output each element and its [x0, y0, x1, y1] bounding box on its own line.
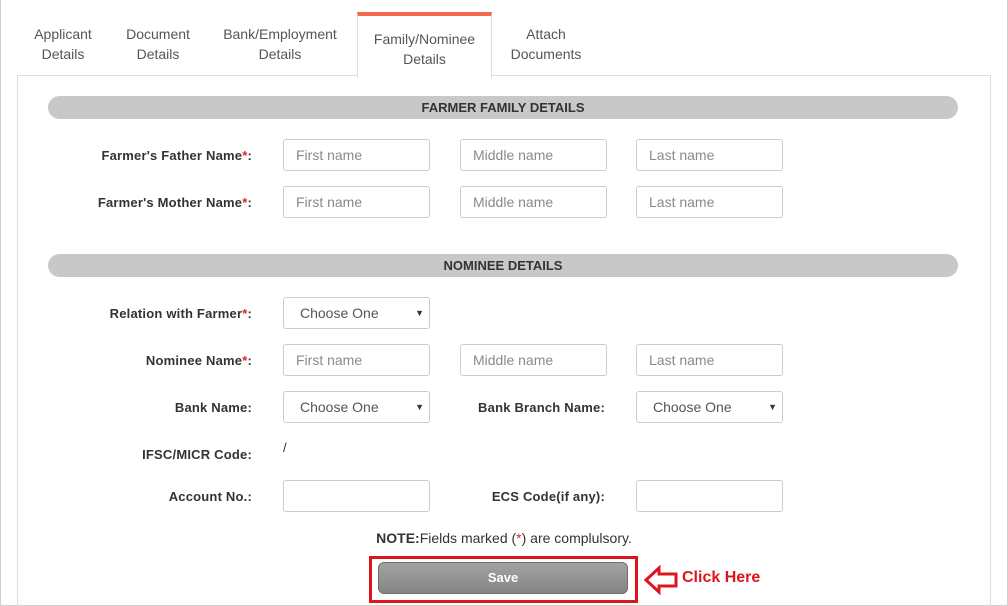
father-last-name-input[interactable] [636, 139, 783, 171]
father-name-label: Farmer's Father Name*: [0, 148, 252, 163]
note-text-before: Fields marked ( [419, 530, 517, 546]
compulsory-note: NOTE:Fields marked (*) are complulsory. [0, 530, 1008, 546]
mother-name-label-text: Farmer's Mother Name [97, 195, 243, 210]
note-text-after: ) are complulsory. [521, 530, 632, 546]
note-prefix: NOTE: [376, 530, 420, 546]
tab-label-line2: Documents [510, 46, 582, 62]
father-middle-name-input[interactable] [460, 139, 607, 171]
father-name-label-text: Farmer's Father Name [101, 148, 243, 163]
tab-label-line1: Bank/Employment [223, 26, 337, 42]
family-section-heading: FARMER FAMILY DETAILS [48, 96, 958, 119]
mother-last-name-input[interactable] [636, 186, 783, 218]
relation-label: Relation with Farmer*: [0, 306, 252, 321]
tab-family-nominee-details[interactable]: Family/Nominee Details [357, 12, 492, 78]
bank-name-label: Bank Name: [174, 400, 252, 415]
tab-applicant-details[interactable]: Applicant Details [17, 12, 109, 76]
father-first-name-input[interactable] [283, 139, 430, 171]
tab-label-line1: Attach [526, 26, 566, 42]
tab-label-line2: Details [403, 51, 446, 67]
chevron-down-icon: ▼ [768, 402, 777, 412]
tab-label-line2: Details [136, 46, 180, 62]
mother-first-name-input[interactable] [283, 186, 430, 218]
tab-bar: Applicant Details Document Details Bank/… [17, 0, 991, 78]
tab-attach-documents[interactable]: Attach Documents [500, 12, 592, 76]
label-colon: : [247, 353, 252, 368]
tab-label-line2: Details [258, 46, 302, 62]
relation-select-value: Choose One [300, 305, 379, 321]
account-no-label: Account No.: [168, 489, 252, 504]
ecs-code-input[interactable] [636, 480, 783, 512]
chevron-down-icon: ▼ [415, 308, 424, 318]
relation-label-text: Relation with Farmer [109, 306, 243, 321]
mother-name-label: Farmer's Mother Name*: [0, 195, 252, 210]
nominee-name-label-text: Nominee Name [145, 353, 243, 368]
tab-document-details[interactable]: Document Details [111, 12, 205, 76]
nominee-section-heading: NOMINEE DETAILS [48, 254, 958, 277]
bank-branch-select-value: Choose One [653, 399, 732, 415]
nominee-name-label: Nominee Name*: [0, 353, 252, 368]
tab-label-line2: Details [41, 46, 85, 62]
click-here-annotation: Click Here [682, 569, 761, 586]
label-colon: : [247, 306, 252, 321]
relation-select[interactable]: Choose One ▼ [283, 297, 430, 329]
save-button[interactable]: Save [378, 562, 628, 594]
tab-label-line1: Applicant [34, 26, 92, 42]
nominee-last-name-input[interactable] [636, 344, 783, 376]
tab-bank-employment-details[interactable]: Bank/Employment Details [213, 12, 347, 76]
bank-branch-select[interactable]: Choose One ▼ [636, 391, 783, 423]
arrow-left-icon [644, 565, 678, 595]
label-colon: : [247, 148, 252, 163]
label-colon: : [247, 195, 252, 210]
nominee-first-name-input[interactable] [283, 344, 430, 376]
bank-branch-label: Bank Branch Name: [478, 400, 605, 415]
tab-label-line1: Family/Nominee [373, 31, 476, 47]
mother-middle-name-input[interactable] [460, 186, 607, 218]
ecs-code-label: ECS Code(if any): [491, 489, 605, 504]
ifsc-label: IFSC/MICR Code: [142, 447, 252, 462]
ifsc-value: / [283, 440, 287, 455]
nominee-middle-name-input[interactable] [460, 344, 607, 376]
tab-label-line1: Document [126, 26, 190, 42]
